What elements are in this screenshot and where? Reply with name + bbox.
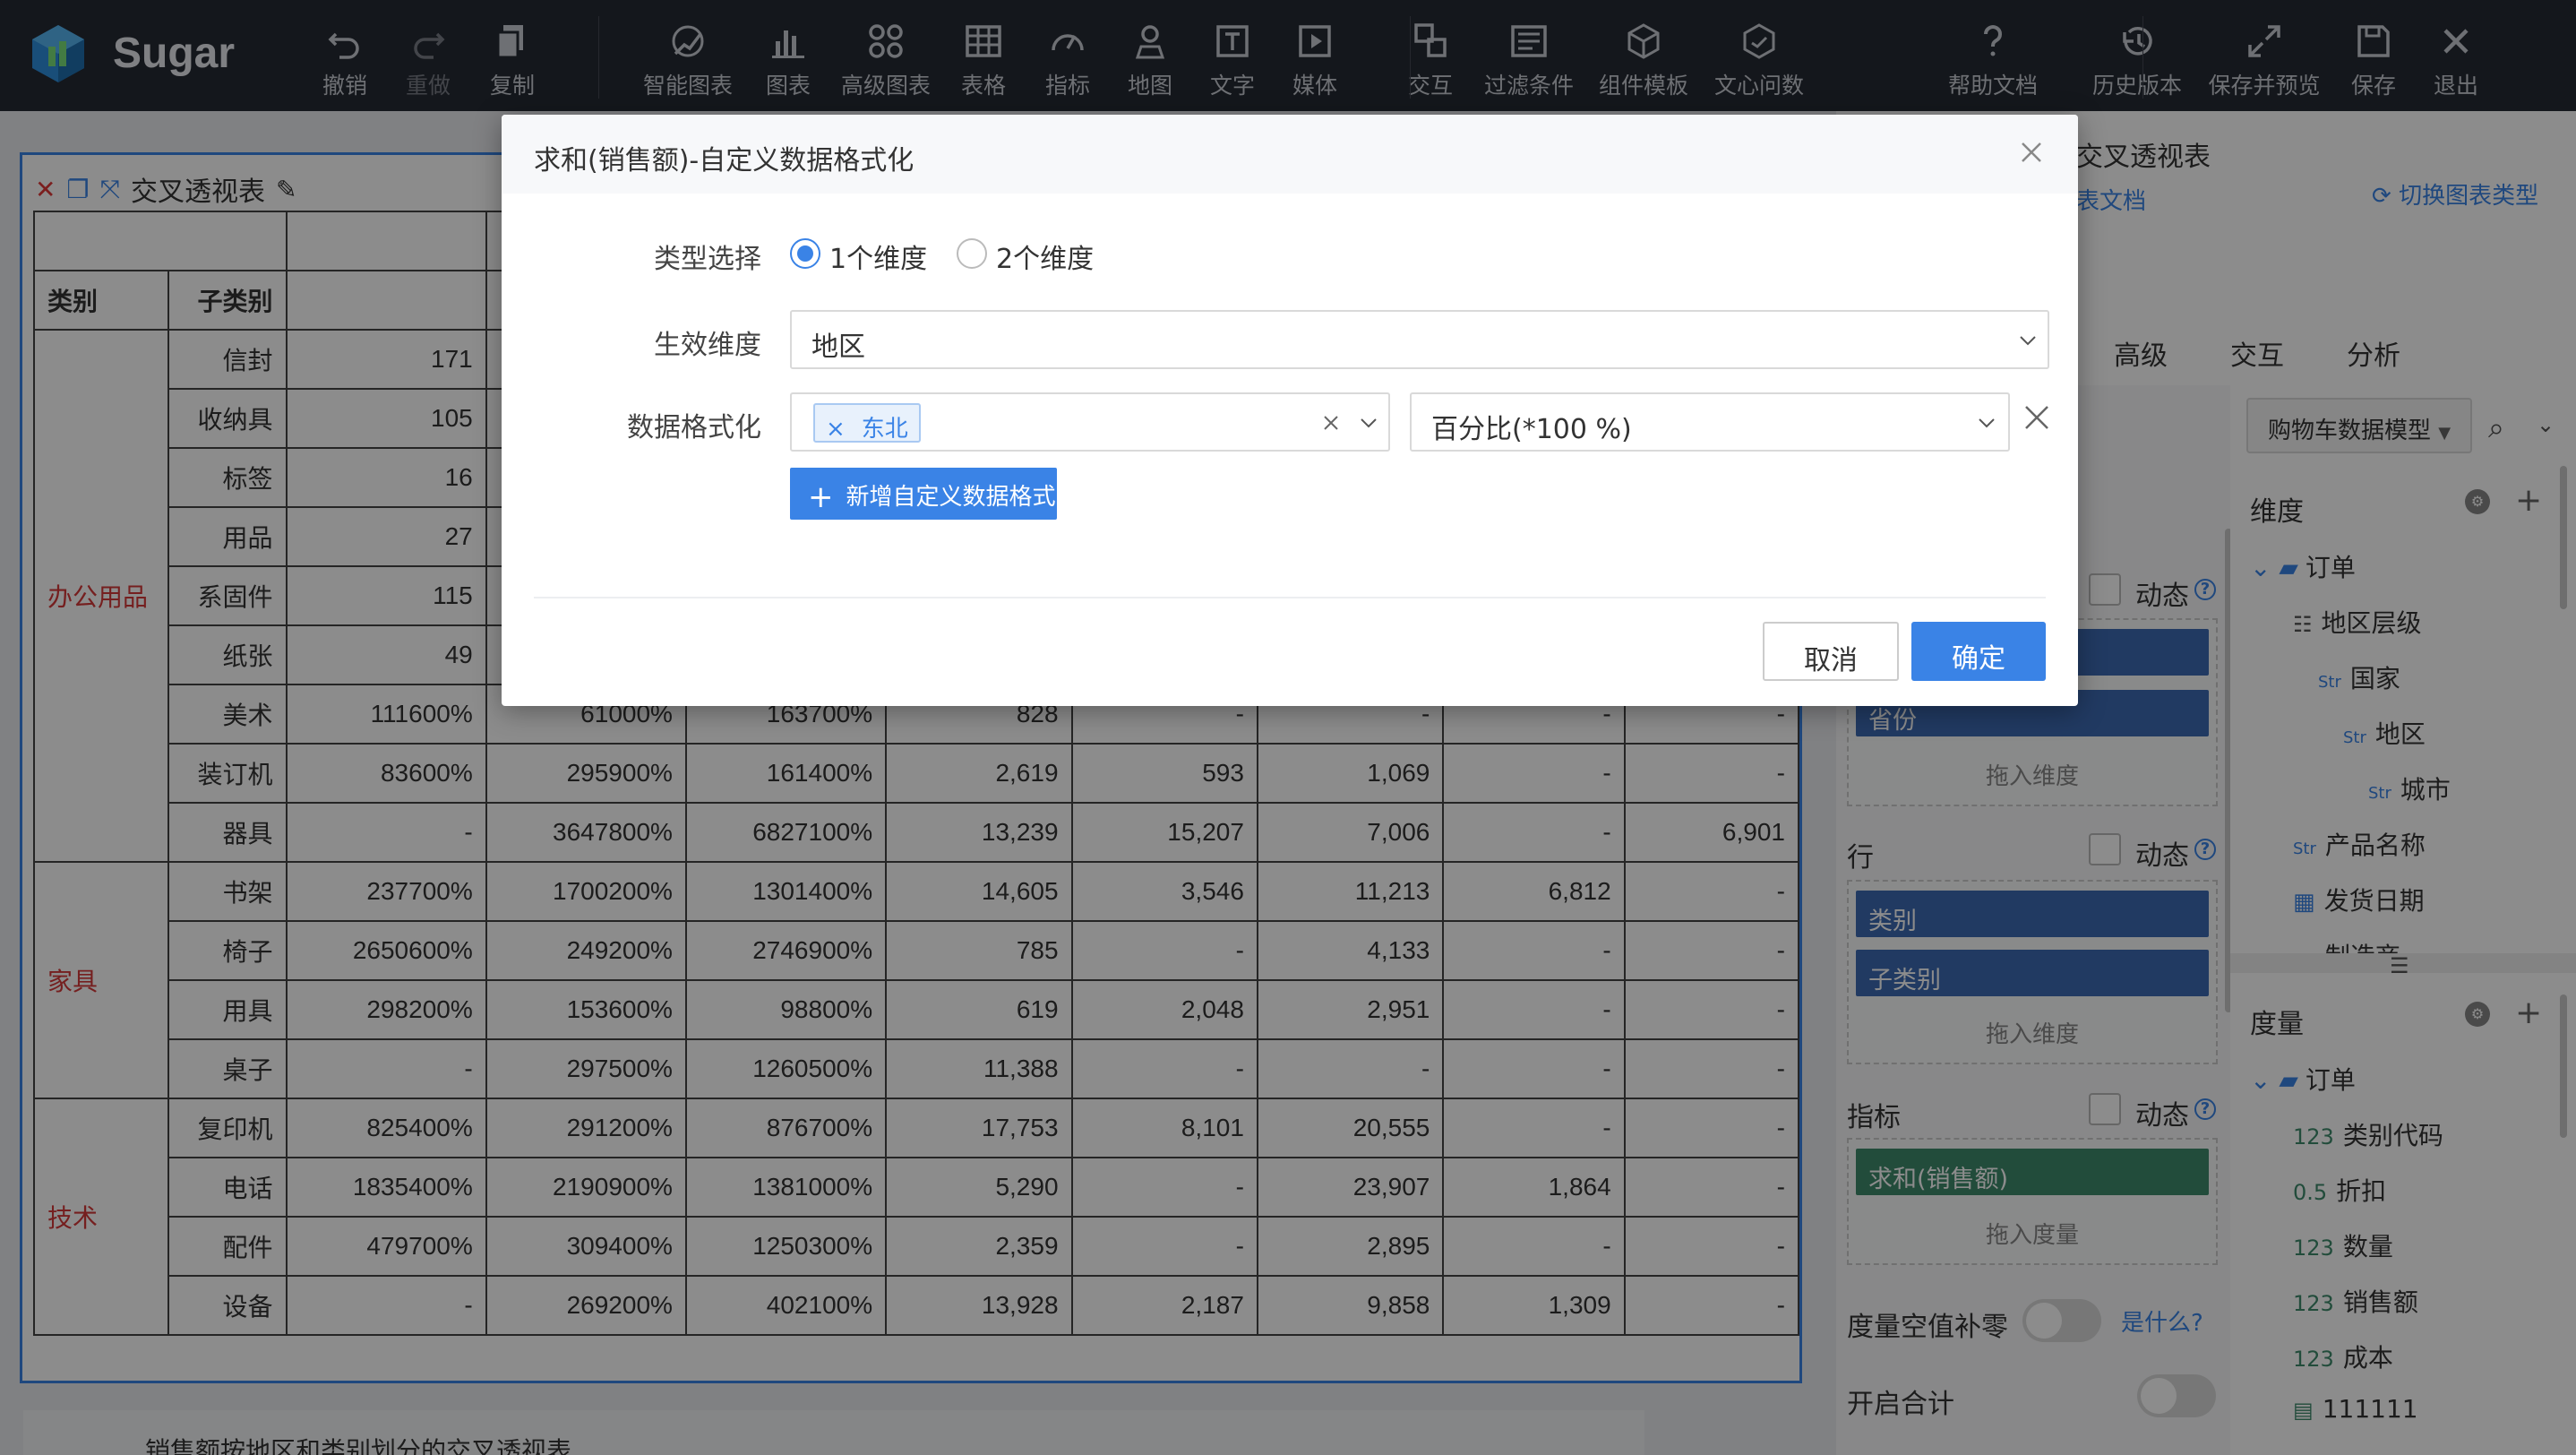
selected-tag: × 东北 (813, 403, 921, 443)
custom-format-dialog: 求和(销售额)-自定义数据格式化 类型选择 1个维度 2个维度 生效维度 地区 … (502, 115, 2078, 706)
tag-label: 东北 (861, 416, 908, 443)
radio-two-dimension[interactable] (957, 238, 987, 269)
chevron-down-icon (1361, 418, 1377, 428)
cancel-button[interactable]: 取消 (1763, 622, 1899, 681)
effective-dimension-label: 生效维度 (654, 330, 761, 361)
effective-dimension-value: 地区 (811, 331, 865, 363)
add-custom-format-button[interactable]: + 新增自定义数据格式化 (790, 468, 1057, 547)
confirm-button[interactable]: 确定 (1911, 622, 2046, 681)
chevron-down-icon (1979, 418, 1995, 428)
format-type-select[interactable]: 百分比(*100 %) (1410, 392, 2010, 452)
data-format-label: 数据格式化 (627, 412, 761, 443)
type-select-label: 类型选择 (654, 244, 761, 275)
radio-two-dimension-label[interactable]: 2个维度 (996, 237, 1094, 276)
radio-one-dimension-label[interactable]: 1个维度 (829, 237, 927, 276)
format-dimension-multiselect[interactable]: × 东北 (790, 392, 1390, 452)
dialog-divider (534, 597, 2046, 598)
clear-icon[interactable] (1320, 412, 1342, 434)
effective-dimension-select[interactable]: 地区 (790, 310, 2049, 369)
radio-one-dimension[interactable] (790, 238, 820, 269)
chevron-down-icon (2020, 336, 2036, 346)
dialog-title: 求和(销售额)-自定义数据格式化 (534, 145, 914, 176)
add-custom-format-label: 新增自定义数据格式化 (808, 484, 1056, 547)
close-icon[interactable] (2010, 131, 2053, 174)
dialog-header: 求和(销售额)-自定义数据格式化 (502, 115, 2078, 194)
tag-remove-icon[interactable]: × (826, 416, 846, 443)
format-type-value: 百分比(*100 %) (1431, 414, 1632, 445)
plus-icon: + (808, 479, 834, 515)
remove-rule-icon[interactable] (2019, 400, 2055, 435)
